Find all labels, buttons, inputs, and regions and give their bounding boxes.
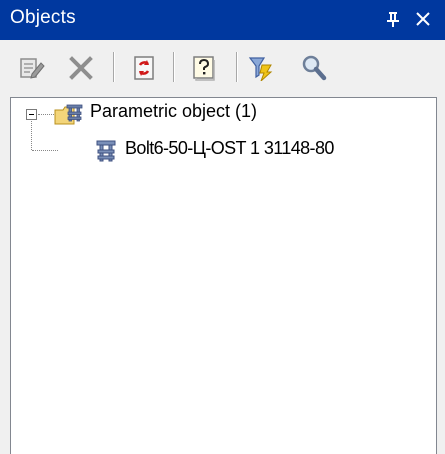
- toolbar-separator: [236, 52, 238, 82]
- help-icon: [193, 56, 215, 81]
- filter-button[interactable]: [248, 54, 276, 82]
- close-icon: [416, 12, 430, 26]
- toolbar-separator: [113, 52, 115, 82]
- toolbar: [0, 40, 445, 92]
- panel-title: Objects: [10, 7, 76, 28]
- pin-icon: [387, 12, 399, 27]
- edit-properties-button[interactable]: [18, 54, 46, 82]
- edit-properties-icon: [20, 58, 45, 79]
- delete-button[interactable]: [67, 54, 95, 82]
- close-button[interactable]: [410, 6, 436, 32]
- tree-connector: [38, 114, 54, 115]
- objects-panel: Objects Parametric object (1) Bolt6-50-Ц…: [0, 0, 445, 454]
- refresh-icon: [134, 56, 154, 80]
- delete-icon: [69, 56, 93, 80]
- object-tree: Parametric object (1) Bolt6-50-Ц-OST 1 3…: [10, 97, 437, 454]
- refresh-button[interactable]: [130, 54, 158, 82]
- tree-connector: [31, 121, 32, 150]
- filter-icon: [248, 57, 273, 81]
- toolbar-separator: [173, 52, 175, 82]
- tree-node-label: Parametric object (1): [90, 101, 258, 121]
- parametric-folder-icon: [54, 104, 83, 125]
- bolt-icon: [96, 140, 116, 162]
- tree-expander-collapse[interactable]: [26, 109, 37, 120]
- panel-titlebar: Objects: [0, 0, 445, 40]
- search-button[interactable]: [300, 54, 328, 82]
- help-button[interactable]: [190, 54, 218, 82]
- tree-connector: [32, 150, 58, 151]
- pin-button[interactable]: [380, 6, 406, 32]
- tree-node-label: Bolt6-50-Ц-OST 1 31148-80: [125, 138, 334, 158]
- search-icon: [302, 55, 327, 81]
